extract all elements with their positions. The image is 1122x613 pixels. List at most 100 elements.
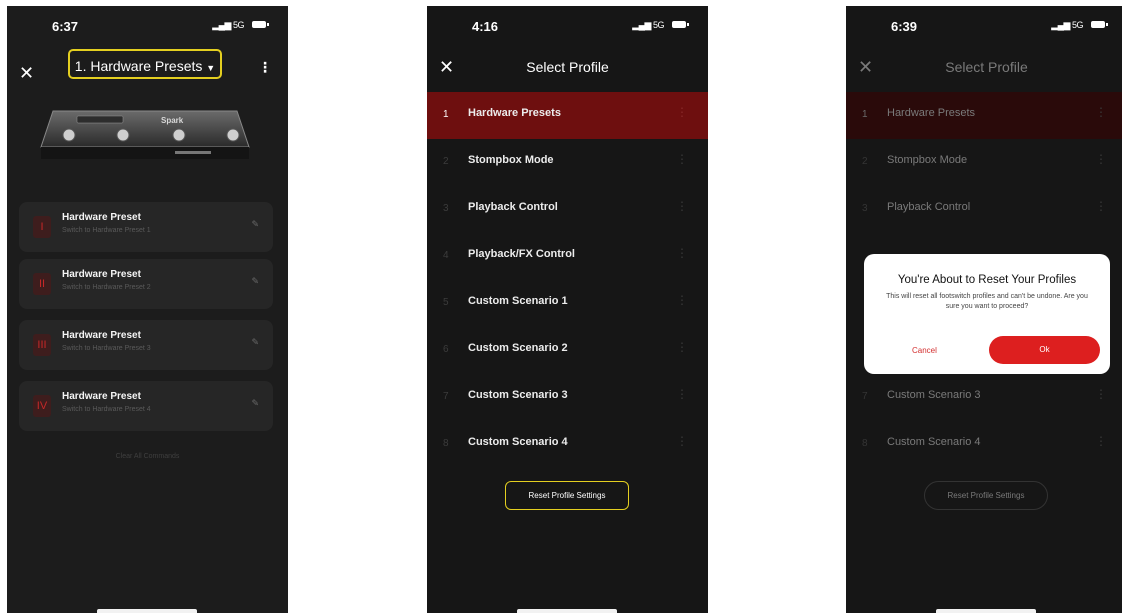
status-bar: 4:16 ▂▄▆ 5G	[427, 6, 708, 46]
edit-icon[interactable]: ✎	[251, 398, 259, 409]
preset-subtitle: Switch to Hardware Preset 2	[62, 284, 151, 291]
more-options-icon[interactable]: ⋮	[676, 199, 688, 213]
profile-label: Custom Scenario 3	[887, 389, 981, 401]
home-indicator	[936, 609, 1036, 613]
preset-card-3[interactable]: III Hardware Preset Switch to Hardware P…	[19, 320, 273, 370]
preset-number-badge: IV	[33, 395, 51, 417]
dialog-message: This will reset all footswitch profiles …	[886, 293, 1088, 310]
top-bar: ✕ Select Profile	[427, 50, 708, 86]
profile-label: Hardware Presets	[887, 107, 976, 119]
profile-label: Custom Scenario 3	[468, 389, 568, 401]
profile-index: 8	[443, 438, 449, 449]
profile-row-5[interactable]: 5 Custom Scenario 1 ⋮	[427, 280, 708, 327]
more-options-icon[interactable]: ⋮	[1095, 152, 1107, 166]
signal-indicator: ▂▄▆ 5G	[1051, 20, 1084, 30]
profile-row-3[interactable]: 3 Playback Control ⋮	[846, 186, 1122, 233]
close-icon[interactable]: ✕	[19, 64, 34, 82]
network-type: 5G	[1071, 20, 1084, 30]
more-options-icon[interactable]: ⋮	[1095, 105, 1107, 119]
profile-row-8[interactable]: 8 Custom Scenario 4 ⋮	[846, 421, 1122, 468]
profile-row-1[interactable]: 1 Hardware Presets ⋮	[846, 92, 1122, 139]
profile-row-7[interactable]: 7 Custom Scenario 3 ⋮	[427, 374, 708, 421]
profile-label: Playback/FX Control	[468, 248, 575, 260]
profile-index: 7	[443, 391, 449, 402]
battery-icon	[672, 21, 689, 28]
profile-row-7[interactable]: 7 Custom Scenario 3 ⋮	[846, 374, 1122, 421]
profile-row-4[interactable]: 4 Playback/FX Control ⋮	[427, 233, 708, 280]
more-options-icon[interactable]: ⋮	[1095, 199, 1107, 213]
status-bar: 6:39 ▂▄▆ 5G	[846, 6, 1122, 46]
profile-index: 2	[443, 156, 449, 167]
network-type: 5G	[232, 20, 245, 30]
status-bar: 6:37 ▂▄▆ 5G	[7, 6, 288, 46]
preset-card-1[interactable]: I Hardware Preset Switch to Hardware Pre…	[19, 202, 273, 252]
signal-indicator: ▂▄▆ 5G	[212, 20, 245, 30]
more-menu-icon[interactable]: ⋮	[258, 59, 272, 76]
profile-row-2[interactable]: 2 Stompbox Mode ⋮	[846, 139, 1122, 186]
profile-label: Custom Scenario 1	[468, 295, 568, 307]
profile-row-1[interactable]: 1 Hardware Presets ⋮	[427, 92, 708, 139]
more-options-icon[interactable]: ⋮	[676, 434, 688, 448]
reset-profile-settings-button[interactable]: Reset Profile Settings	[505, 481, 629, 510]
more-options-icon[interactable]: ⋮	[676, 152, 688, 166]
battery-icon	[252, 21, 269, 28]
status-time: 4:16	[472, 19, 499, 34]
home-indicator	[517, 609, 617, 613]
reset-confirm-screen: 6:39 ▂▄▆ 5G ✕ Select Profile 1 Hardware …	[846, 6, 1122, 613]
profile-index: 6	[443, 344, 449, 355]
preset-subtitle: Switch to Hardware Preset 1	[62, 227, 151, 234]
profile-row-6[interactable]: 6 Custom Scenario 2 ⋮	[427, 327, 708, 374]
preset-card-2[interactable]: II Hardware Preset Switch to Hardware Pr…	[19, 259, 273, 309]
edit-icon[interactable]: ✎	[251, 219, 259, 230]
more-options-icon[interactable]: ⋮	[1095, 387, 1107, 401]
clear-all-commands-link[interactable]: Clear All Commands	[7, 453, 288, 460]
more-options-icon[interactable]: ⋮	[676, 246, 688, 260]
profile-index: 8	[862, 438, 868, 449]
preset-title: Hardware Preset	[62, 212, 141, 223]
more-options-icon[interactable]: ⋮	[676, 340, 688, 354]
more-options-icon[interactable]: ⋮	[676, 105, 688, 119]
preset-subtitle: Switch to Hardware Preset 4	[62, 406, 151, 413]
top-bar: ✕ Select Profile	[846, 50, 1122, 86]
preset-card-4[interactable]: IV Hardware Preset Switch to Hardware Pr…	[19, 381, 273, 431]
caret-down-icon: ▼	[206, 63, 216, 73]
page-title: Select Profile	[945, 59, 1028, 75]
preset-number-badge: I	[33, 216, 51, 238]
profile-index: 1	[443, 109, 449, 120]
more-options-icon[interactable]: ⋮	[1095, 434, 1107, 448]
reset-confirm-dialog: You're About to Reset Your Profiles This…	[864, 254, 1110, 374]
profile-selector-button[interactable]: 1. Hardware Presets ▼	[68, 49, 222, 79]
profile-label: Playback Control	[468, 201, 558, 213]
footswitch-pedal-image: Spark	[40, 110, 250, 159]
profile-row-8[interactable]: 8 Custom Scenario 4 ⋮	[427, 421, 708, 468]
status-time: 6:37	[52, 19, 79, 34]
profile-index: 1	[862, 109, 868, 120]
network-type: 5G	[652, 20, 665, 30]
hardware-presets-screen: 6:37 ▂▄▆ 5G ✕ 1. Hardware Presets ▼ ⋮ Sp…	[7, 6, 288, 613]
signal-indicator: ▂▄▆ 5G	[632, 20, 665, 30]
profile-index: 4	[443, 250, 449, 261]
status-time: 6:39	[891, 19, 918, 34]
profile-label: Hardware Presets	[468, 107, 561, 119]
profile-label: Stompbox Mode	[887, 154, 968, 166]
ok-button[interactable]: Ok	[989, 336, 1100, 364]
profile-index: 5	[443, 297, 449, 308]
reset-profile-settings-button[interactable]: Reset Profile Settings	[924, 481, 1048, 510]
battery-icon	[1091, 21, 1108, 28]
profile-index: 3	[443, 203, 449, 214]
profile-selector-label: 1. Hardware Presets	[74, 58, 203, 74]
more-options-icon[interactable]: ⋮	[676, 387, 688, 401]
edit-icon[interactable]: ✎	[251, 276, 259, 287]
profile-row-3[interactable]: 3 Playback Control ⋮	[427, 186, 708, 233]
cancel-button[interactable]: Cancel	[912, 346, 937, 355]
profile-label: Custom Scenario 4	[887, 436, 981, 448]
more-options-icon[interactable]: ⋮	[676, 293, 688, 307]
profile-row-2[interactable]: 2 Stompbox Mode ⋮	[427, 139, 708, 186]
home-indicator	[97, 609, 197, 613]
page-title: Select Profile	[526, 59, 609, 75]
preset-title: Hardware Preset	[62, 391, 141, 402]
profile-index: 7	[862, 391, 868, 402]
edit-icon[interactable]: ✎	[251, 337, 259, 348]
select-profile-screen: 4:16 ▂▄▆ 5G ✕ Select Profile 1 Hardware …	[427, 6, 708, 613]
pedal-brand: Spark	[161, 116, 184, 125]
